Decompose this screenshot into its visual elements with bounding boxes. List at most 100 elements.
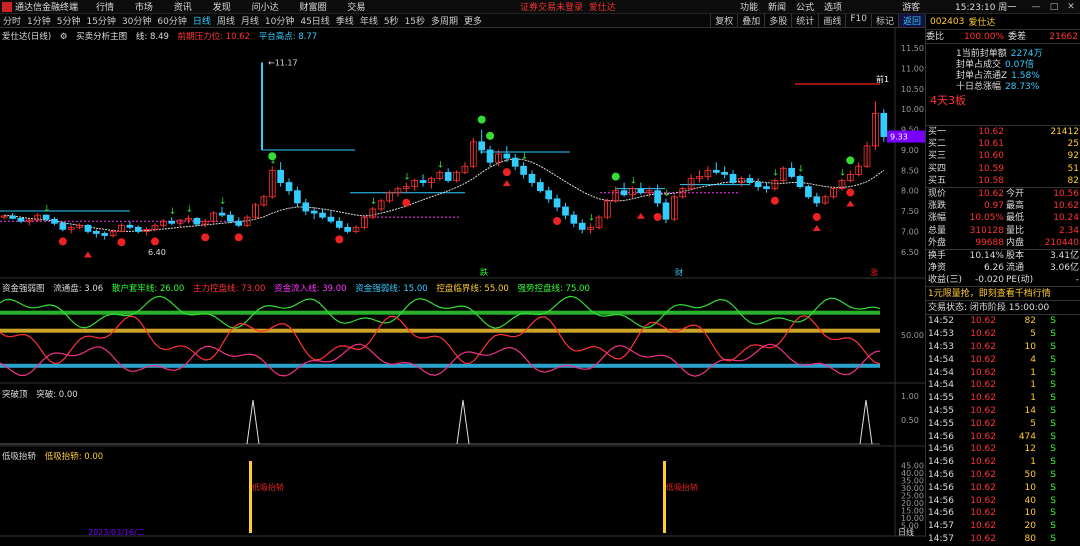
menu-item[interactable]: 市场 bbox=[135, 3, 153, 13]
tick-cell: 14:55 bbox=[928, 393, 954, 404]
chart-tool[interactable]: 统计 bbox=[791, 14, 818, 27]
candle-body bbox=[721, 171, 728, 175]
buy-level[interactable]: 买三 10.60 92 bbox=[926, 150, 1080, 162]
buy-volume: 21412 bbox=[1050, 127, 1079, 137]
tick-cell: 82 bbox=[1024, 316, 1036, 327]
tick-cell: 10.62 bbox=[970, 342, 996, 353]
chart-area[interactable]: 11.50 11.00 10.50 10.00 9.50 9.00 8.50 8.00 7.50… bbox=[0, 28, 925, 537]
tool-formula[interactable]: 公式 bbox=[796, 0, 814, 13]
period-tab[interactable]: 季线 bbox=[336, 17, 354, 27]
candle-body bbox=[520, 165, 527, 175]
tick-cell: 14:56 bbox=[928, 508, 954, 519]
chart-tool[interactable]: 复权 bbox=[710, 14, 737, 27]
buy-level[interactable]: 买二 10.61 25 bbox=[926, 138, 1080, 150]
chart-tool[interactable]: 标记 bbox=[870, 14, 898, 27]
buy-arrow-icon: ↓ bbox=[403, 173, 411, 183]
chart-tool[interactable]: 多股 bbox=[764, 14, 791, 27]
clock: 15:23:10 周一 bbox=[955, 3, 1017, 13]
tick-cell: 14:56 bbox=[928, 431, 954, 442]
period-tab[interactable]: 月线 bbox=[241, 17, 259, 27]
candle-body bbox=[729, 173, 737, 183]
promo-banner[interactable]: 1元限量抢，即刻查看千档行情 bbox=[926, 287, 1080, 302]
candle-body bbox=[537, 182, 544, 192]
break-title[interactable]: 突破顶 bbox=[2, 390, 28, 400]
top-dot-icon bbox=[846, 156, 855, 165]
legend-gear-icon[interactable]: ⚙ bbox=[60, 32, 68, 42]
period-tabs: 分时 1分钟 5分钟 15分钟 30分钟 60分钟 日线 周线 月线 10分钟 45日线 季线 年线 5秒… bbox=[0, 14, 485, 27]
tool-function[interactable]: 功能 bbox=[740, 0, 758, 13]
current-price-label: 9.33 bbox=[890, 133, 908, 142]
period-tab[interactable]: 15秒 bbox=[405, 17, 425, 27]
buy-level[interactable]: 买五 10.58 82 bbox=[926, 175, 1080, 187]
tick-cell: 14:53 bbox=[928, 342, 954, 353]
chart-tool[interactable]: 叠加 bbox=[737, 14, 764, 27]
period-tab[interactable]: 更多 bbox=[464, 17, 482, 27]
quote-label: 总量 bbox=[928, 225, 947, 236]
legend-indicator[interactable]: 买卖分析主图 bbox=[76, 32, 127, 42]
chart-tool[interactable]: 画线 bbox=[818, 14, 845, 27]
menu-item[interactable]: 发现 bbox=[213, 3, 231, 13]
period-tab[interactable]: 多周期 bbox=[431, 17, 458, 27]
menu-item[interactable]: 交易 bbox=[347, 3, 365, 13]
tick-cell: 10 bbox=[1024, 508, 1036, 519]
menu-item[interactable]: 行情 bbox=[96, 3, 114, 13]
seal-line: 十日总涨幅 28.73% bbox=[956, 81, 1039, 93]
break-value: 突破: 0.00 bbox=[36, 390, 78, 400]
menu-item[interactable]: 问小达 bbox=[252, 3, 279, 13]
app-logo-icon bbox=[2, 1, 12, 12]
tick-cell: 14:54 bbox=[928, 354, 954, 365]
period-tab[interactable]: 分时 bbox=[3, 17, 21, 27]
close-icon[interactable]: ✕ bbox=[1065, 1, 1077, 13]
sell-dot-icon bbox=[770, 196, 779, 205]
candle-body bbox=[486, 149, 494, 163]
candle-body bbox=[511, 157, 519, 167]
candle-body bbox=[218, 212, 226, 216]
guest-login[interactable]: 游客 bbox=[902, 0, 920, 13]
menu-item[interactable]: 财富圈 bbox=[299, 3, 326, 13]
tick-cell: 14:56 bbox=[928, 470, 954, 480]
chart-tool[interactable]: F10 bbox=[845, 14, 871, 27]
period-tab[interactable]: 10分钟 bbox=[265, 17, 294, 27]
period-tab[interactable]: 5分钟 bbox=[57, 17, 81, 27]
tick-list[interactable]: 14:52 10.62 82 S 14:53 10.62 5 S 14:53 10.62 10 S 14… bbox=[926, 315, 1080, 545]
maximize-icon[interactable]: □ bbox=[1048, 1, 1060, 13]
tick-cell: S bbox=[1050, 431, 1056, 442]
buy-level[interactable]: 买四 10.59 51 bbox=[926, 163, 1080, 175]
top-tools: 功能 新闻 公式 选项 游客 bbox=[740, 0, 920, 13]
period-tab[interactable]: 60分钟 bbox=[157, 17, 186, 27]
tool-options[interactable]: 选项 bbox=[824, 0, 842, 13]
period-tab[interactable]: 周线 bbox=[217, 17, 235, 27]
osc-float: 流通盘: 3.06 bbox=[53, 284, 104, 294]
tick-cell: 10.62 bbox=[970, 470, 996, 480]
osc-title[interactable]: 资金强弱图 bbox=[2, 284, 45, 294]
osc-strong: 强势控盘线: 75.00 bbox=[517, 284, 590, 294]
chart-tool[interactable]: 返回 bbox=[897, 14, 925, 27]
main-legend: 爱仕达(日线) ⚙ 买卖分析主图 线: 8.49 前期压力位: 10.62 平台… bbox=[2, 30, 323, 42]
tick-cell: 10.62 bbox=[970, 380, 996, 391]
sell-dot-icon bbox=[150, 237, 159, 246]
period-tab[interactable]: 30分钟 bbox=[122, 17, 151, 27]
period-tab[interactable]: 15分钟 bbox=[86, 17, 115, 27]
period-tab[interactable]: 日线 bbox=[193, 17, 211, 27]
period-tab[interactable]: 5秒 bbox=[384, 17, 399, 27]
minimize-icon[interactable]: — bbox=[1030, 1, 1042, 13]
quote-value: 10.14% bbox=[969, 250, 1004, 261]
tick-cell: 10.62 bbox=[970, 418, 996, 429]
break-spike bbox=[859, 399, 873, 445]
login-warning[interactable]: 证券交易未登录 爱仕达 bbox=[520, 0, 616, 13]
candle-body bbox=[344, 226, 351, 232]
menu-item[interactable]: 资讯 bbox=[174, 3, 192, 13]
period-tab[interactable]: 45日线 bbox=[300, 17, 329, 27]
buy-price: 10.59 bbox=[978, 163, 1004, 174]
buy-level[interactable]: 买一 10.62 21412 bbox=[926, 126, 1080, 138]
sell-dot-icon bbox=[553, 217, 562, 226]
low-title[interactable]: 低吸抬轿 bbox=[2, 452, 36, 462]
period-tab[interactable]: 年线 bbox=[360, 17, 378, 27]
candle-body bbox=[444, 171, 452, 181]
tool-news[interactable]: 新闻 bbox=[768, 0, 786, 13]
period-tab[interactable]: 1分钟 bbox=[27, 17, 51, 27]
quote-label: 股本 bbox=[1006, 250, 1025, 261]
tick-cell: 10 bbox=[1024, 342, 1036, 353]
osc-tick: 50.00 bbox=[901, 331, 924, 340]
tick-cell: 10.62 bbox=[970, 393, 996, 404]
